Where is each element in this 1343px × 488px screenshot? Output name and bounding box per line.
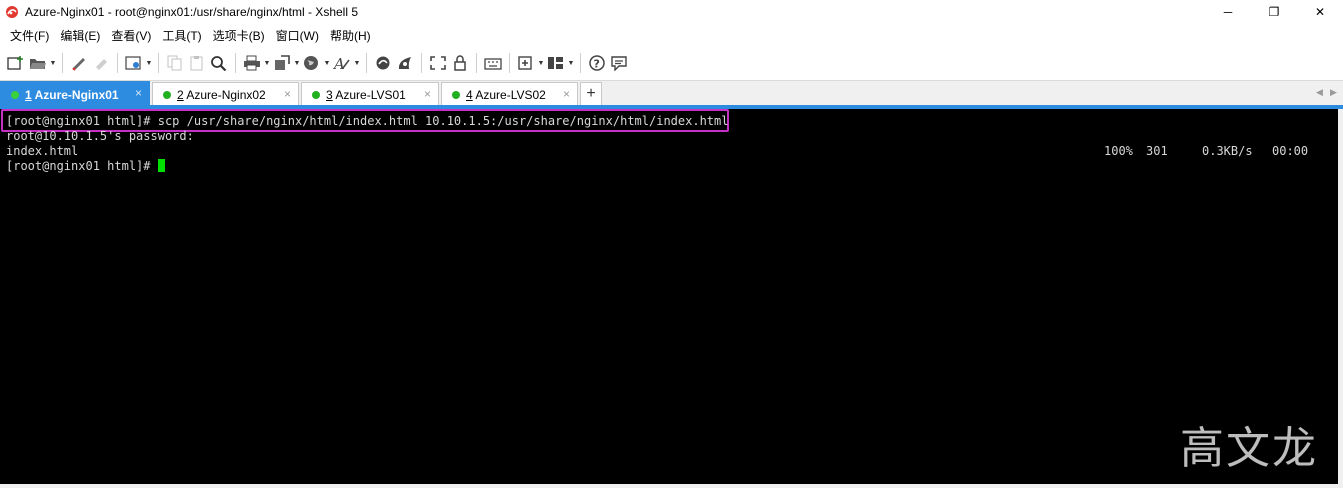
menu-help[interactable]: 帮助(H) — [324, 27, 376, 44]
toolbar-separator — [158, 53, 159, 73]
open-folder-icon[interactable] — [27, 51, 49, 75]
tab-close-icon[interactable]: × — [424, 87, 431, 101]
svg-text:A: A — [333, 55, 345, 71]
tab-label: 1 Azure-Nginx01 — [25, 87, 119, 102]
tab-azure-nginx02[interactable]: 2 Azure-Nginx02 × — [152, 82, 299, 106]
tab-close-icon[interactable]: × — [135, 86, 142, 100]
toolbar-separator — [421, 53, 422, 73]
terminal-scrollbar[interactable] — [1338, 109, 1343, 484]
fullscreen-icon[interactable] — [427, 51, 449, 75]
toolbar-separator — [580, 53, 581, 73]
toolbar-separator — [509, 53, 510, 73]
layout-icon[interactable] — [545, 51, 567, 75]
terminal-command-line: [root@nginx01 html]# scp /usr/share/ngin… — [6, 114, 729, 128]
lock-icon[interactable] — [449, 51, 471, 75]
print-icon[interactable] — [241, 51, 263, 75]
help-icon[interactable]: ? — [586, 51, 608, 75]
toolbar-separator — [235, 53, 236, 73]
window-controls: ─ ❐ ✕ — [1205, 0, 1343, 24]
terminal-filename: index.html — [6, 144, 79, 158]
window-bottom-edge — [0, 484, 1343, 488]
session-tab-bar: 1 Azure-Nginx01 × 2 Azure-Nginx02 × 3 Az… — [0, 80, 1343, 107]
connected-status-icon — [312, 90, 320, 99]
terminal-prompt-line: [root@nginx01 html]# — [6, 159, 165, 174]
menu-tools[interactable]: 工具(T) — [156, 27, 206, 44]
globe-dropdown-icon[interactable]: ▼ — [323, 51, 331, 75]
xshell-logo-icon — [5, 5, 19, 19]
toolbar-separator — [476, 53, 477, 73]
transfer-rate: 0.3KB/s — [1202, 144, 1253, 158]
terminal-output[interactable]: [root@nginx01 html]# scp /usr/share/ngin… — [0, 109, 1338, 484]
connected-status-icon — [452, 90, 460, 99]
menu-view[interactable]: 查看(V) — [105, 27, 156, 44]
open-dropdown-icon[interactable]: ▼ — [49, 51, 57, 75]
tab-label: 3 Azure-LVS01 — [326, 87, 406, 102]
connected-status-icon — [11, 90, 19, 99]
font-icon[interactable]: A — [331, 51, 353, 75]
globe-icon[interactable] — [301, 51, 323, 75]
tab-label: 2 Azure-Nginx02 — [177, 87, 266, 102]
tab-close-icon[interactable]: × — [284, 87, 291, 101]
terminal-password-prompt: root@10.10.1.5's password: — [6, 129, 194, 143]
tab-label: 4 Azure-LVS02 — [466, 87, 546, 102]
title-bar: Azure-Nginx01 - root@nginx01:/usr/share/… — [0, 0, 1343, 24]
toolbar-separator — [62, 53, 63, 73]
font-dropdown-icon[interactable]: ▼ — [353, 51, 361, 75]
copy-icon[interactable] — [164, 51, 186, 75]
menu-bar: 文件(F) 编辑(E) 查看(V) 工具(T) 选项卡(B) 窗口(W) 帮助(… — [0, 24, 1343, 46]
menu-tabs[interactable]: 选项卡(B) — [207, 27, 270, 44]
print-dropdown-icon[interactable]: ▼ — [263, 51, 271, 75]
transfer-dropdown-icon[interactable]: ▼ — [293, 51, 301, 75]
transfer-time: 00:00 — [1272, 144, 1309, 158]
restore-button[interactable]: ❐ — [1251, 0, 1297, 24]
transfer-percent: 100% — [1104, 144, 1133, 158]
properties-icon[interactable] — [123, 51, 145, 75]
tab-scroll-right-icon[interactable]: ▶ — [1330, 87, 1337, 98]
menu-window[interactable]: 窗口(W) — [270, 27, 324, 44]
paste-icon[interactable] — [186, 51, 208, 75]
pencil-icon[interactable] — [68, 51, 90, 75]
connected-status-icon — [163, 90, 171, 99]
new-session-icon[interactable] — [5, 51, 27, 75]
tab-close-icon[interactable]: × — [563, 87, 570, 101]
tab-azure-nginx01[interactable]: 1 Azure-Nginx01 × — [0, 81, 150, 107]
find-icon[interactable] — [208, 51, 230, 75]
minimize-button[interactable]: ─ — [1205, 0, 1251, 24]
transfer-icon[interactable] — [271, 51, 293, 75]
compose-icon[interactable] — [515, 51, 537, 75]
close-button[interactable]: ✕ — [1297, 0, 1343, 24]
svg-text:?: ? — [594, 58, 600, 71]
layout-dropdown-icon[interactable]: ▼ — [567, 51, 575, 75]
compose-dropdown-icon[interactable]: ▼ — [537, 51, 545, 75]
chat-icon[interactable] — [608, 51, 630, 75]
eraser-icon[interactable] — [90, 51, 112, 75]
window-title: Azure-Nginx01 - root@nginx01:/usr/share/… — [25, 5, 358, 19]
transfer-bytes: 301 — [1146, 144, 1168, 158]
keyboard-icon[interactable] — [482, 51, 504, 75]
terminal-prompt: [root@nginx01 html]# — [6, 159, 158, 173]
terminal-cursor — [157, 159, 165, 172]
properties-dropdown-icon[interactable]: ▼ — [145, 51, 153, 75]
tab-scroll-left-icon[interactable]: ◀ — [1316, 87, 1323, 98]
menu-edit[interactable]: 编辑(E) — [54, 27, 105, 44]
menu-file[interactable]: 文件(F) — [0, 27, 54, 44]
toolbar-separator — [366, 53, 367, 73]
watermark: 高文龙 — [1180, 423, 1318, 474]
xftp-icon[interactable] — [372, 51, 394, 75]
new-tab-button[interactable]: + — [580, 82, 602, 106]
xmanager-icon[interactable] — [394, 51, 416, 75]
toolbar-separator — [117, 53, 118, 73]
tab-azure-lvs01[interactable]: 3 Azure-LVS01 × — [301, 82, 439, 106]
tab-azure-lvs02[interactable]: 4 Azure-LVS02 × — [441, 82, 578, 106]
toolbar: ▼ ▼ ▼ ▼ ▼ A ▼ ▼ ▼ ? — [0, 48, 1343, 78]
